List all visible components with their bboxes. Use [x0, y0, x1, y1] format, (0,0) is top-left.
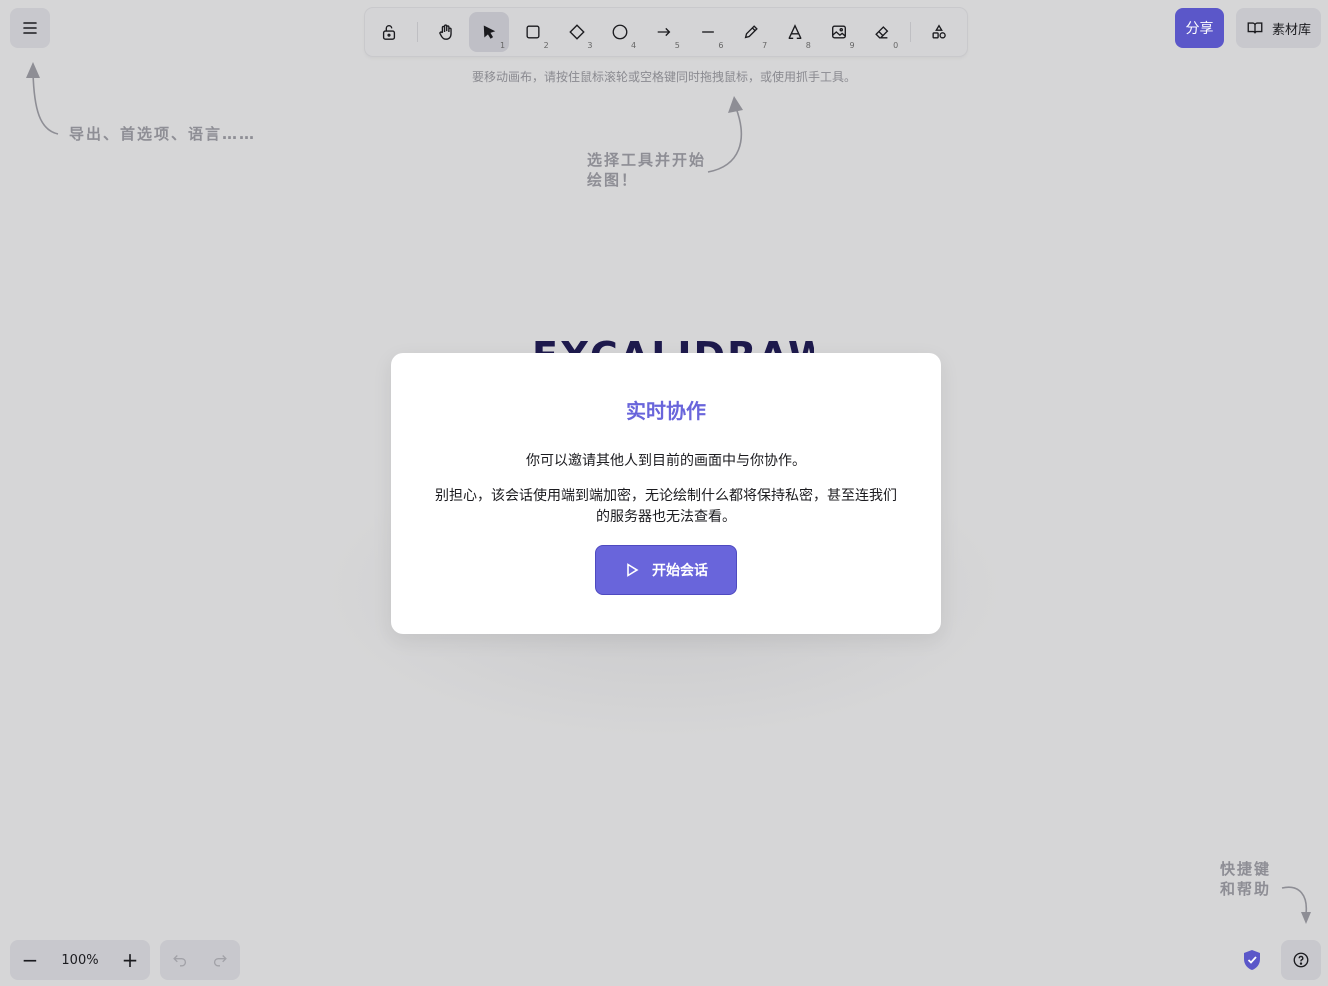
help-hint-arrowhead	[1301, 912, 1311, 924]
start-session-label: 开始会话	[652, 563, 708, 579]
pointer-icon	[483, 25, 496, 39]
undo-icon	[173, 955, 187, 967]
book-icon	[1247, 22, 1263, 34]
library-button[interactable]: 素材库	[1236, 8, 1321, 48]
help-hint-line2: 和帮助	[1220, 880, 1272, 898]
tool-draw[interactable]: 7	[732, 12, 772, 52]
arrow-icon	[657, 27, 671, 37]
tool-eraser[interactable]: 0	[863, 12, 903, 52]
zoom-controls: − 100% +	[10, 940, 150, 980]
pencil-icon	[745, 25, 759, 39]
encryption-shield-icon[interactable]	[1242, 949, 1262, 971]
tool-key: 6	[718, 41, 724, 50]
tool-diamond[interactable]: 3	[557, 12, 597, 52]
tool-lock[interactable]	[369, 12, 409, 52]
tools-hint-line2: 绘图！	[587, 171, 639, 189]
tool-key: 8	[805, 41, 811, 50]
tool-key: 7	[762, 41, 768, 50]
redo-button[interactable]	[200, 940, 240, 980]
tool-key: 0	[893, 41, 899, 50]
help-hint-line1: 快捷键	[1220, 860, 1272, 878]
library-label: 素材库	[1271, 22, 1311, 38]
zoom-in-button[interactable]: +	[110, 940, 150, 980]
share-button[interactable]: 分享	[1175, 8, 1224, 48]
help-hint: 快捷键 和帮助	[1220, 859, 1271, 899]
help-hint-arrow	[1281, 886, 1308, 915]
diamond-icon	[568, 24, 585, 40]
tool-text[interactable]: 8	[775, 12, 815, 52]
undo-button[interactable]	[160, 940, 200, 980]
tool-more-shapes[interactable]	[919, 12, 959, 52]
zoom-out-button[interactable]: −	[10, 940, 50, 980]
eraser-icon	[875, 26, 889, 39]
toolbar-divider	[416, 22, 418, 42]
tool-line[interactable]: 6	[688, 12, 728, 52]
toolbar-divider	[910, 22, 912, 42]
menu-hint: 导出、首选项、语言……	[69, 125, 257, 143]
collaboration-dialog: 实时协作 你可以邀请其他人到目前的画面中与你协作。 别担心，该会话使用端到端加密…	[391, 353, 941, 634]
redo-icon	[213, 955, 227, 967]
shapes-toolbar: 1 2 3 4 5 6 7 8 9 0	[365, 8, 967, 56]
question-icon	[1293, 952, 1309, 968]
text-icon	[788, 24, 802, 39]
tool-rectangle[interactable]: 2	[513, 12, 553, 52]
shapes-icon	[932, 24, 946, 39]
main-menu-button[interactable]	[10, 8, 50, 48]
tool-key: 1	[499, 41, 506, 50]
tool-arrow[interactable]: 5	[644, 12, 684, 52]
tools-hint-line1: 选择工具并开始	[587, 151, 707, 169]
rectangle-icon	[526, 25, 540, 39]
tool-key: 3	[587, 41, 593, 50]
dialog-privacy-note: 别担心，该会话使用端到端加密，无论绘制什么都将保持私密，甚至连我们的服务器也无法…	[435, 488, 897, 525]
tools-hint-arrowhead	[728, 96, 743, 113]
hand-icon	[438, 24, 452, 40]
dialog-description: 你可以邀请其他人到目前的画面中与你协作。	[526, 453, 806, 469]
tool-selection[interactable]: 1	[469, 12, 510, 52]
dialog-title: 实时协作	[626, 399, 706, 423]
canvas-pan-hint: 要移动画布，请按住鼠标滚轮或空格键同时拖拽鼠标，或使用抓手工具。	[471, 70, 856, 84]
help-button[interactable]	[1281, 940, 1321, 980]
hamburger-icon	[23, 22, 37, 34]
tool-key: 5	[674, 41, 680, 50]
unlock-icon	[382, 25, 395, 40]
image-icon	[831, 25, 846, 39]
undo-redo-controls	[160, 940, 240, 980]
ellipse-icon	[612, 24, 628, 40]
tool-ellipse[interactable]: 4	[600, 12, 640, 52]
tools-hint: 选择工具并开始 绘图！	[587, 150, 706, 190]
zoom-reset-button[interactable]: 100%	[50, 953, 110, 968]
tool-hand[interactable]	[426, 12, 466, 52]
tool-key: 4	[631, 41, 637, 50]
tool-key: 2	[543, 41, 549, 50]
tool-key: 9	[849, 41, 855, 50]
tool-image[interactable]: 9	[819, 12, 859, 52]
line-icon	[701, 31, 714, 33]
tools-hint-arrow	[707, 107, 743, 173]
start-session-button[interactable]: 开始会话	[595, 545, 737, 595]
play-icon	[627, 563, 639, 577]
